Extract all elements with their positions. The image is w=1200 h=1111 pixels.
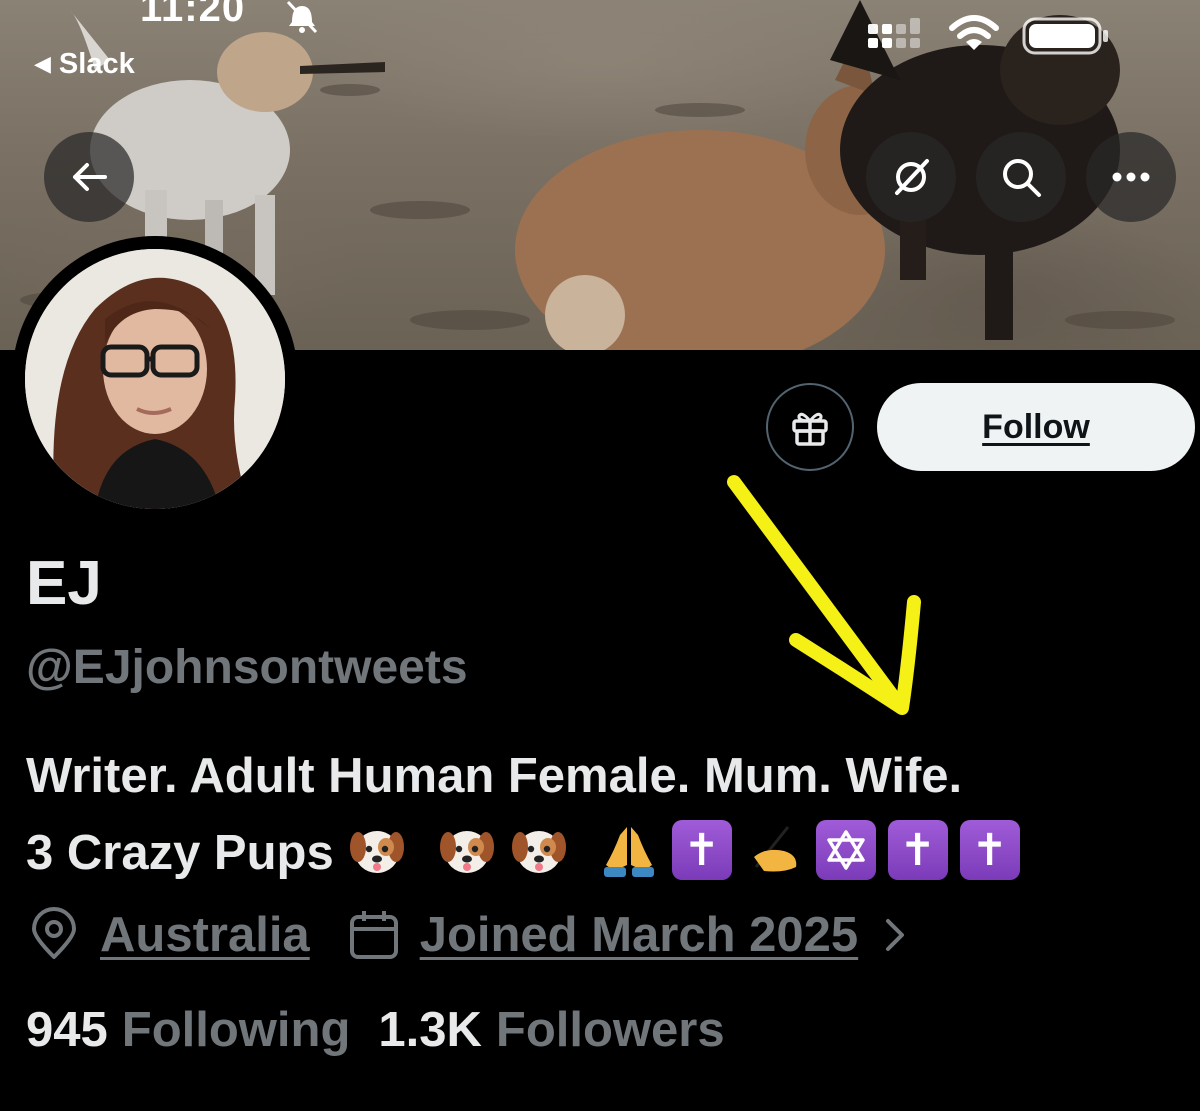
bio-line-2: 3 Crazy Pups ✝ ✝ ✝	[26, 815, 1196, 892]
avatar-photo	[25, 249, 285, 509]
wifi-icon	[949, 15, 999, 50]
writing-hand-icon	[744, 821, 802, 879]
caret-left-icon: ◀	[34, 51, 51, 76]
following-label[interactable]: Following	[122, 1002, 351, 1058]
follow-stats: 945 Following 1.3K Followers	[26, 1002, 753, 1058]
dog-face-icon	[438, 821, 496, 879]
follow-button[interactable]: Follow	[877, 383, 1195, 471]
bio-emoji-row: ✝ ✝ ✝	[348, 820, 1032, 880]
followers-label[interactable]: Followers	[496, 1002, 725, 1058]
joined-date-link[interactable]: Joined March 2025	[420, 907, 858, 963]
folded-hands-icon	[600, 821, 658, 879]
user-handle: @EJjohnsontweets	[26, 641, 468, 694]
battery-icon	[1022, 17, 1108, 55]
more-button[interactable]	[1086, 132, 1176, 222]
gift-button[interactable]	[766, 383, 854, 471]
gift-icon	[792, 412, 828, 446]
latin-cross-icon: ✝	[671, 820, 732, 880]
location-pin-icon	[32, 907, 76, 959]
status-time: 11:20	[140, 0, 246, 30]
profile-meta: Australia Joined March 2025	[26, 900, 946, 970]
following-count[interactable]: 945	[26, 1002, 108, 1058]
bio-line-2-text: 3 Crazy Pups	[26, 826, 334, 880]
dog-face-icon	[510, 821, 568, 879]
back-to-app-link[interactable]: ◀ Slack	[34, 48, 135, 81]
back-button[interactable]	[44, 132, 134, 222]
search-icon	[1003, 159, 1041, 197]
location-item: Australia	[26, 907, 310, 963]
display-name: EJ	[26, 549, 102, 618]
joined-item[interactable]: Joined March 2025	[346, 907, 910, 963]
grok-button[interactable]	[866, 132, 956, 222]
bell-slash-icon	[286, 0, 318, 34]
profile-avatar[interactable]	[12, 236, 298, 522]
arrow-left-icon	[73, 163, 107, 191]
annotation-arrow	[727, 475, 921, 715]
back-app-label: Slack	[58, 48, 135, 80]
profile-bio: Writer. Adult Human Female. Mum. Wife. 3…	[26, 738, 1196, 892]
latin-cross-icon: ✝	[959, 820, 1020, 880]
avatar-portrait-woman	[25, 249, 285, 509]
search-button[interactable]	[976, 132, 1066, 222]
star-of-david-icon	[815, 820, 876, 880]
cellular-signal-icon	[868, 18, 920, 48]
location-link[interactable]: Australia	[100, 907, 310, 963]
latin-cross-icon: ✝	[887, 820, 948, 880]
more-dots-icon	[1112, 172, 1150, 182]
grok-slash-icon	[895, 159, 929, 195]
followers-count[interactable]: 1.3K	[378, 1002, 482, 1058]
dog-face-icon	[348, 821, 406, 879]
calendar-icon	[349, 911, 398, 959]
bio-line-1: Writer. Adult Human Female. Mum. Wife.	[26, 749, 963, 803]
chevron-right-icon	[886, 919, 905, 951]
